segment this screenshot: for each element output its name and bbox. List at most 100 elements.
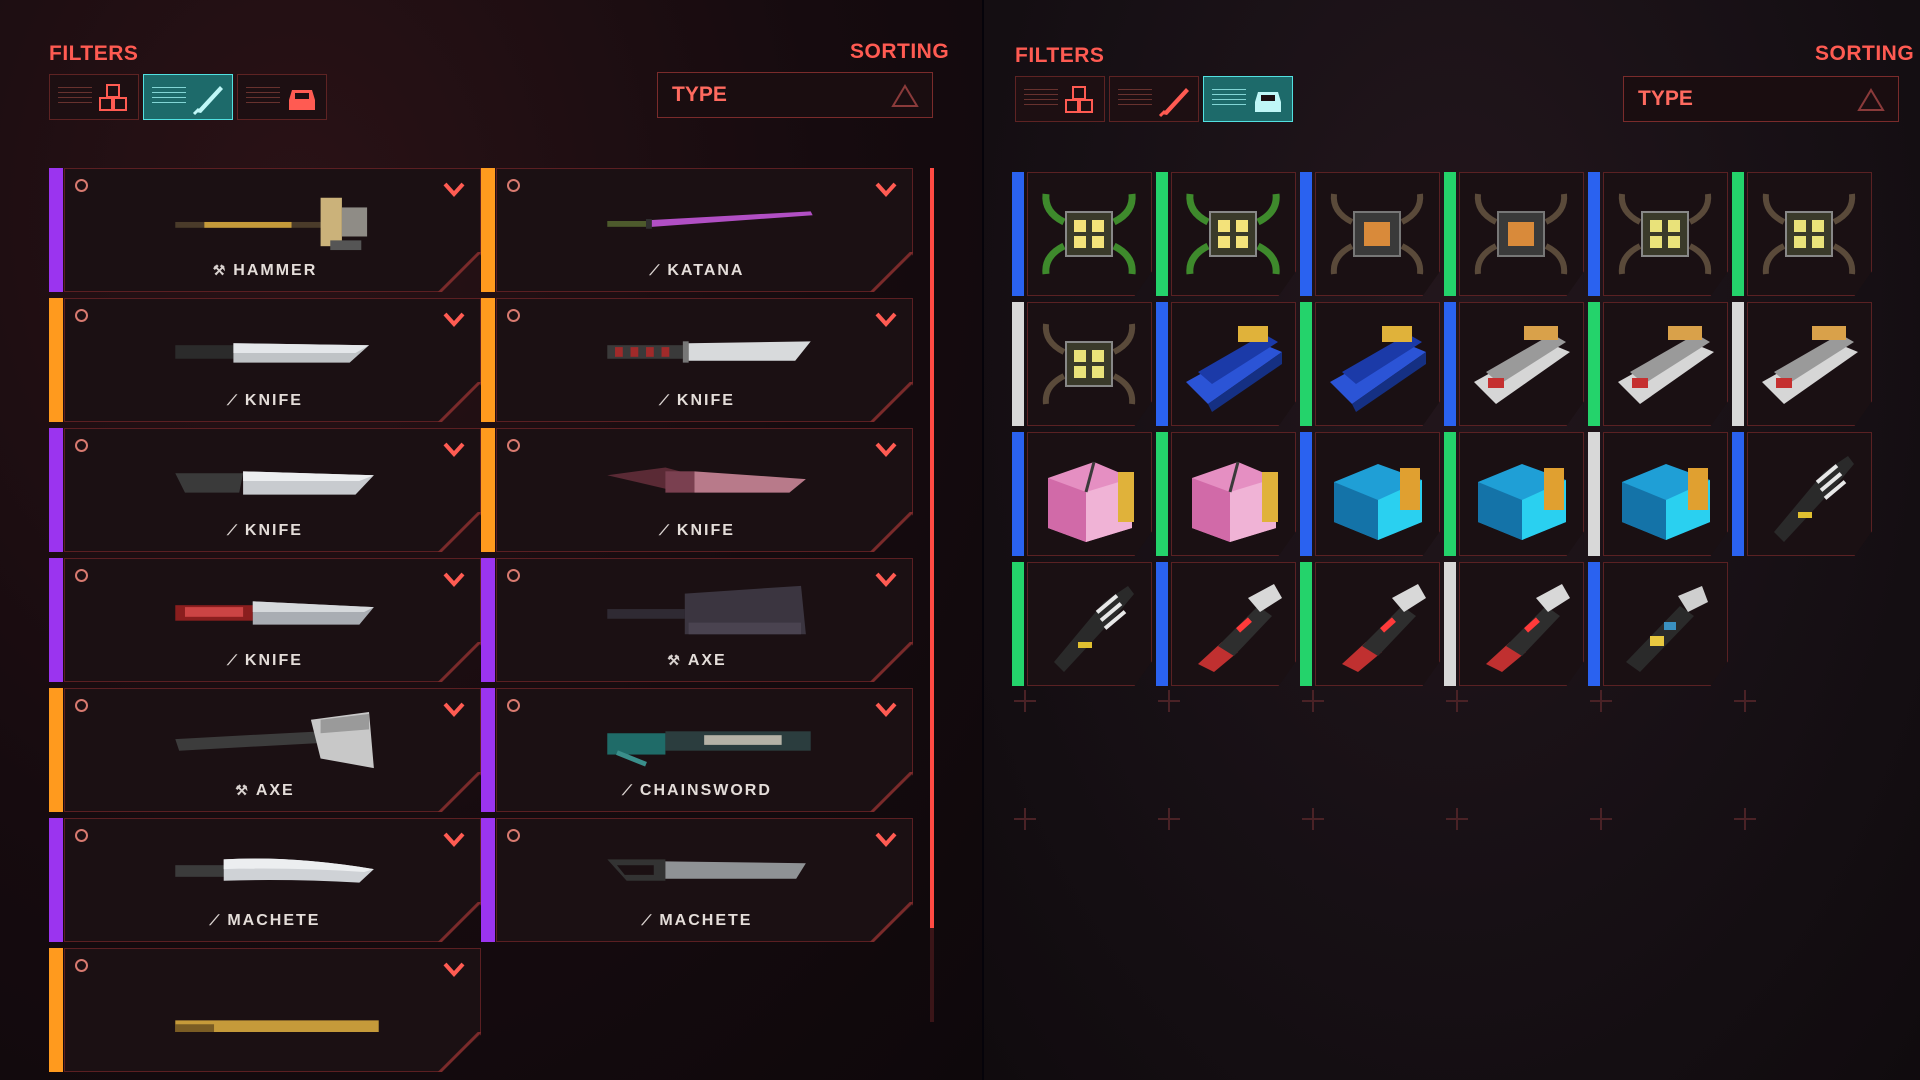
item-cell[interactable]: [1300, 302, 1440, 426]
unseen-indicator-icon: [75, 699, 88, 712]
unseen-indicator-icon: [507, 569, 520, 582]
weapon-label: ⟋ KNIFE: [49, 522, 481, 540]
weapon-label: ⟋ MACHETE: [49, 912, 481, 930]
item-cell[interactable]: [1012, 172, 1152, 296]
chevron-down-icon[interactable]: [875, 572, 897, 588]
chevron-down-icon[interactable]: [443, 312, 465, 328]
weapon-card[interactable]: ⟋ KNIFE: [481, 428, 913, 552]
weapon-card[interactable]: ⚒ AXE: [481, 558, 913, 682]
weapon-label: ⟋ MACHETE: [481, 912, 913, 930]
triangle-sort-icon: [1857, 88, 1885, 111]
item-cell[interactable]: [1588, 302, 1728, 426]
weapon-card[interactable]: ⚒ HAMMER: [49, 168, 481, 292]
unseen-indicator-icon: [75, 959, 88, 972]
filter-caption: [58, 87, 92, 107]
chevron-down-icon[interactable]: [443, 832, 465, 848]
rarity-bar: [1732, 432, 1744, 556]
filter-button-vehicle[interactable]: [237, 74, 327, 120]
item-cell[interactable]: [1732, 432, 1872, 556]
rarity-bar: [1012, 432, 1024, 556]
item-image: [1042, 193, 1136, 275]
cube-stack-icon: [1065, 86, 1093, 113]
items-inventory-panel: FILTERS SORTING TYPE: [984, 0, 1920, 1080]
weapon-card[interactable]: ⟋ KNIFE: [49, 558, 481, 682]
filter-button-vehicle[interactable]: [1203, 76, 1293, 122]
vehicle-icon: [1255, 92, 1281, 112]
item-cell[interactable]: [1012, 302, 1152, 426]
weapon-image: [607, 731, 811, 767]
item-image: [1762, 193, 1856, 275]
weapon-card[interactable]: ⟋ CHAINSWORD: [481, 688, 913, 812]
sort-dropdown[interactable]: TYPE: [657, 72, 933, 118]
blunt-icon: ⚒: [235, 782, 250, 798]
item-cell[interactable]: [1012, 562, 1152, 686]
item-cell[interactable]: [1588, 432, 1728, 556]
crosshair-marker: [1158, 690, 1180, 712]
weapon-image: [175, 601, 374, 625]
chevron-down-icon[interactable]: [875, 182, 897, 198]
crosshair-marker: [1158, 808, 1180, 830]
weapon-label: ⚒ AXE: [481, 652, 913, 670]
chevron-down-icon[interactable]: [875, 702, 897, 718]
filter-button-cube-stack[interactable]: [49, 74, 139, 120]
weapon-card[interactable]: ⟋ MACHETE: [481, 818, 913, 942]
item-cell[interactable]: [1444, 172, 1584, 296]
item-cell[interactable]: [1732, 172, 1872, 296]
chevron-down-icon[interactable]: [443, 442, 465, 458]
item-cell[interactable]: [1588, 562, 1728, 686]
blade-icon: ⟋: [227, 652, 239, 668]
item-cell[interactable]: [1300, 432, 1440, 556]
weapon-card[interactable]: [49, 948, 481, 1072]
item-cell[interactable]: [1300, 562, 1440, 686]
weapon-card[interactable]: ⟋ MACHETE: [49, 818, 481, 942]
item-cell[interactable]: [1444, 432, 1584, 556]
item-cell[interactable]: [1444, 302, 1584, 426]
item-cell[interactable]: [1444, 562, 1584, 686]
filter-caption: [1212, 89, 1246, 109]
weapon-name: KNIFE: [244, 522, 303, 539]
chevron-down-icon[interactable]: [443, 572, 465, 588]
weapon-card[interactable]: ⟋ KNIFE: [49, 298, 481, 422]
rarity-bar: [1012, 172, 1024, 296]
rarity-bar: [1444, 432, 1456, 556]
chevron-down-icon[interactable]: [443, 702, 465, 718]
item-cell[interactable]: [1300, 172, 1440, 296]
weapon-card[interactable]: ⟋ KATANA: [481, 168, 913, 292]
weapon-label: ⟋ KNIFE: [481, 392, 913, 410]
scrollbar-thumb[interactable]: [930, 168, 934, 928]
chevron-down-icon[interactable]: [875, 442, 897, 458]
filter-button-blade[interactable]: [143, 74, 233, 120]
chevron-down-icon[interactable]: [875, 312, 897, 328]
chevron-down-icon[interactable]: [443, 182, 465, 198]
item-cell[interactable]: [1012, 432, 1152, 556]
item-image: [1618, 193, 1712, 275]
weapon-card[interactable]: ⚒ AXE: [49, 688, 481, 812]
weapon-name: KNIFE: [244, 652, 303, 669]
chevron-down-icon[interactable]: [443, 962, 465, 978]
filters-label: FILTERS: [49, 42, 139, 65]
filter-button-cube-stack[interactable]: [1015, 76, 1105, 122]
weapon-image: [175, 471, 374, 495]
filter-button-blade[interactable]: [1109, 76, 1199, 122]
rarity-bar: [1588, 172, 1600, 296]
weapon-card[interactable]: ⟋ KNIFE: [481, 298, 913, 422]
rarity-bar: [1012, 302, 1024, 426]
weapons-inventory-panel: FILTERS SORTING TYPE ⚒ HAMMER ⟋ KATANA ⟋ KNIF…: [0, 0, 982, 1080]
item-cell[interactable]: [1156, 172, 1296, 296]
rarity-bar: [1732, 172, 1744, 296]
crosshair-marker: [1734, 690, 1756, 712]
rarity-bar: [1732, 302, 1744, 426]
weapon-card[interactable]: ⟋ KNIFE: [49, 428, 481, 552]
item-image: [1330, 326, 1426, 412]
item-cell[interactable]: [1156, 432, 1296, 556]
sort-dropdown[interactable]: TYPE: [1623, 76, 1899, 122]
weapon-label: ⟋ KNIFE: [481, 522, 913, 540]
item-cell[interactable]: [1588, 172, 1728, 296]
item-cell[interactable]: [1156, 302, 1296, 426]
item-image: [1486, 584, 1570, 672]
cube-stack-icon: [99, 84, 127, 111]
item-cell[interactable]: [1156, 562, 1296, 686]
item-cell[interactable]: [1732, 302, 1872, 426]
chevron-down-icon[interactable]: [875, 832, 897, 848]
rarity-bar: [1156, 562, 1168, 686]
